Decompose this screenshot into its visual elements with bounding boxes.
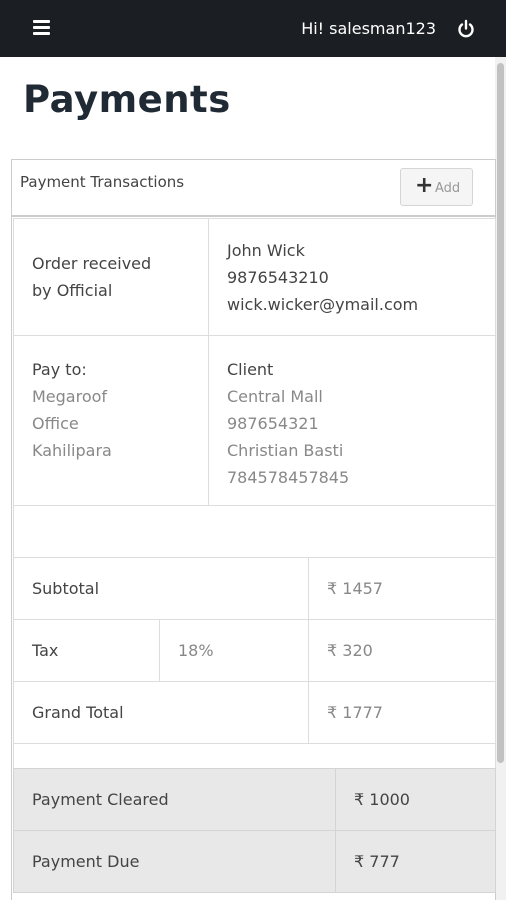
tax-label: Tax: [13, 619, 160, 682]
tax-rate: 18%: [159, 619, 309, 682]
client-line: Central Mall: [227, 387, 323, 406]
add-button-label: Add: [435, 181, 461, 196]
order-label-line2: by Official: [32, 281, 113, 300]
client-cell: Client Central Mall 987654321 Christian …: [208, 335, 496, 506]
add-button[interactable]: + Add: [400, 168, 473, 206]
official-phone: 9876543210: [227, 267, 329, 287]
power-icon[interactable]: [456, 19, 476, 39]
pay-to-line: Kahilipara: [32, 441, 112, 460]
payment-due-label: Payment Due: [13, 830, 336, 893]
order-received-label: Order received by Official: [13, 218, 209, 336]
page-title: Payments: [23, 78, 231, 121]
page-scrollbar[interactable]: [495, 57, 506, 900]
section-spacer: [13, 743, 496, 768]
subtotal-value: ₹ 1457: [308, 557, 496, 620]
official-email: wick.wicker@ymail.com: [227, 294, 419, 314]
table-row: Payment Due ₹ 777: [13, 830, 496, 893]
plus-icon: +: [415, 173, 434, 198]
grand-total-label: Grand Total: [13, 681, 309, 744]
top-navbar: Hi! salesman123: [0, 0, 506, 57]
official-contact: John Wick 9876543210 wick.wicker@ymail.c…: [208, 218, 496, 336]
table-row: [13, 505, 496, 558]
official-name: John Wick: [227, 240, 305, 260]
client-line: Christian Basti: [227, 441, 344, 460]
pay-to-line: Office: [32, 414, 79, 433]
table-row: Order received by Official John Wick 987…: [13, 218, 496, 336]
table-row: Pay to: Megaroof Office Kahilipara Clien…: [13, 335, 496, 506]
pay-to-line: Megaroof: [32, 387, 108, 406]
order-label-line1: Order received: [32, 254, 152, 273]
grand-total-value: ₹ 1777: [308, 681, 496, 744]
subtotal-label: Subtotal: [13, 557, 309, 620]
panel-title: Payment Transactions: [20, 173, 185, 191]
pay-to-cell: Pay to: Megaroof Office Kahilipara: [13, 335, 209, 506]
panel-header: Payment Transactions + Add: [12, 160, 495, 217]
empty-row: [13, 505, 496, 558]
hamburger-menu-icon[interactable]: [33, 20, 50, 35]
payment-transactions-panel: Payment Transactions + Add Order receive…: [11, 159, 496, 900]
totals-table: Subtotal ₹ 1457 Tax 18% ₹ 320 Grand Tota…: [13, 557, 496, 744]
scrollbar-thumb[interactable]: [497, 63, 504, 763]
client-line: 784578457845: [227, 468, 350, 487]
order-info-table: Order received by Official John Wick 987…: [13, 218, 496, 558]
pay-to-label: Pay to:: [32, 360, 87, 379]
tax-value: ₹ 320: [308, 619, 496, 682]
table-row: Tax 18% ₹ 320: [13, 619, 496, 682]
table-row: Payment Cleared ₹ 1000: [13, 768, 496, 831]
table-row: Grand Total ₹ 1777: [13, 681, 496, 744]
payment-cleared-value: ₹ 1000: [335, 768, 496, 831]
client-line: 987654321: [227, 414, 319, 433]
payment-due-value: ₹ 777: [335, 830, 496, 893]
payment-status-table: Payment Cleared ₹ 1000 Payment Due ₹ 777: [13, 768, 496, 893]
table-row: Subtotal ₹ 1457: [13, 557, 496, 620]
user-greeting: Hi! salesman123: [301, 19, 436, 38]
client-label: Client: [227, 360, 274, 379]
payment-cleared-label: Payment Cleared: [13, 768, 336, 831]
